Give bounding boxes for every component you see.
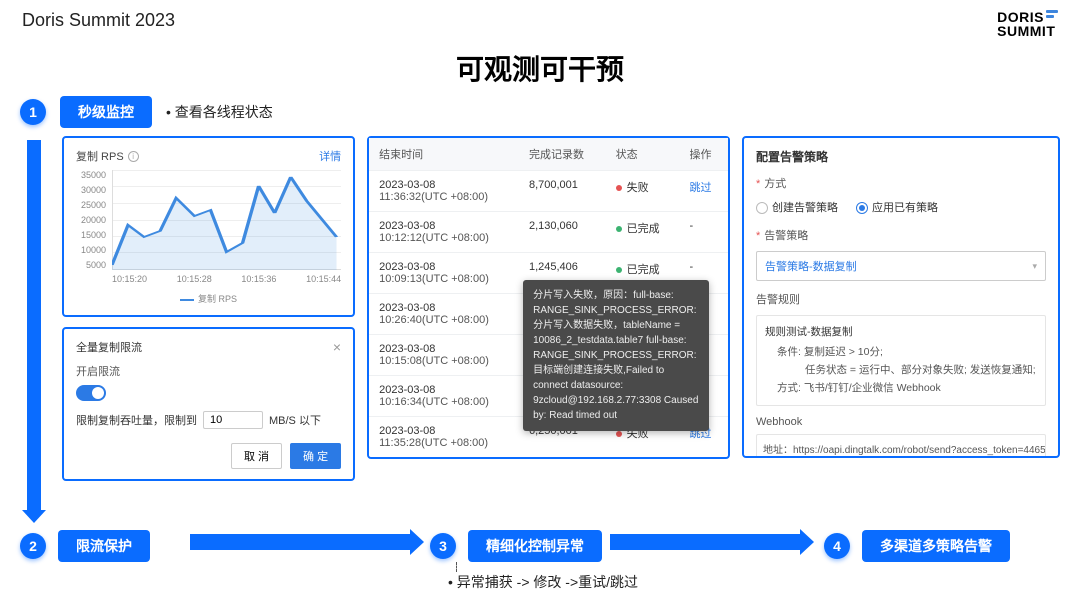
policy-select[interactable]: 告警策略-数据复制▾ — [756, 251, 1046, 281]
page-title: 可观测可干预 — [0, 48, 1080, 88]
throttle-card: 全量复制限流 × 开启限流 限制复制吞吐量，限制到 MB/S 以下 取 消 确 … — [62, 327, 355, 481]
flow-arrow-2-3 — [190, 534, 410, 550]
ok-button[interactable]: 确 定 — [290, 443, 341, 469]
rps-title: 复制 RPSi — [76, 148, 139, 164]
step-3-pill: 精细化控制异常 — [468, 530, 602, 562]
rps-chart-card: 复制 RPSi 详情 35000300002500020000150001000… — [62, 136, 355, 317]
error-tooltip: 分片写入失败，原因：full-base: RANGE_SINK_PROCESS_… — [523, 280, 709, 431]
step-4-badge: 4 — [824, 533, 850, 559]
webhook-url: 地址：https://oapi.dingtalk.com/robot/send?… — [756, 434, 1046, 458]
mode-label: 方式 — [764, 178, 786, 190]
flow-arrow-3-4 — [610, 534, 800, 550]
step-3-badge: 3 — [430, 533, 456, 559]
rps-detail-link[interactable]: 详情 — [319, 148, 341, 164]
limit-prefix: 限制复制吞吐量，限制到 — [76, 412, 197, 428]
policy-label: 告警策略 — [764, 230, 808, 242]
info-icon[interactable]: i — [128, 151, 139, 162]
alert-config-card: 配置告警策略 *方式 创建告警策略 应用已有策略 *告警策略 告警策略-数据复制… — [742, 136, 1060, 458]
flow-arrow-down — [27, 140, 41, 510]
logo: DORISSUMMIT — [997, 10, 1058, 38]
throttle-title: 全量复制限流 — [76, 339, 142, 355]
throttle-toggle[interactable] — [76, 385, 106, 401]
rule-box: 规则测试-数据复制 条件: 复制延迟 > 10分; 任务状态 = 运行中、部分对… — [756, 315, 1046, 406]
page-brand: Doris Summit 2023 — [22, 10, 175, 31]
limit-suffix: MB/S 以下 — [269, 412, 321, 428]
step-2-pill: 限流保护 — [58, 530, 150, 562]
table-row: 2023-03-0811:36:32(UTC +08:00)8,700,001失… — [369, 171, 728, 212]
radio-create[interactable]: 创建告警策略 — [756, 199, 838, 215]
limit-input[interactable] — [203, 411, 263, 429]
step-2-badge: 2 — [20, 533, 46, 559]
close-icon[interactable]: × — [333, 339, 341, 355]
webhook-label: Webhook — [756, 416, 1046, 428]
step-1-pill: 秒级监控 — [60, 96, 152, 128]
step-4-pill: 多渠道多策略告警 — [862, 530, 1010, 562]
rps-chart: 3500030000250002000015000100005000 10:15… — [76, 170, 341, 290]
chart-legend: 复制 RPS — [76, 292, 341, 305]
cancel-button[interactable]: 取 消 — [231, 443, 282, 469]
step-1-desc: 查看各线程状态 — [166, 102, 273, 122]
chevron-down-icon: ▾ — [1032, 261, 1037, 272]
step-1-badge: 1 — [20, 99, 46, 125]
rules-label: 告警规则 — [756, 291, 1046, 307]
radio-apply[interactable]: 应用已有策略 — [856, 199, 938, 215]
enable-label: 开启限流 — [76, 363, 341, 379]
skip-link[interactable]: 跳过 — [689, 182, 711, 194]
table-row: 2023-03-0810:12:12(UTC +08:00)2,130,060已… — [369, 212, 728, 253]
alert-title: 配置告警策略 — [756, 148, 1046, 165]
step-3-desc: 异常捕获 -> 修改 ->重试/跳过 — [448, 572, 638, 592]
